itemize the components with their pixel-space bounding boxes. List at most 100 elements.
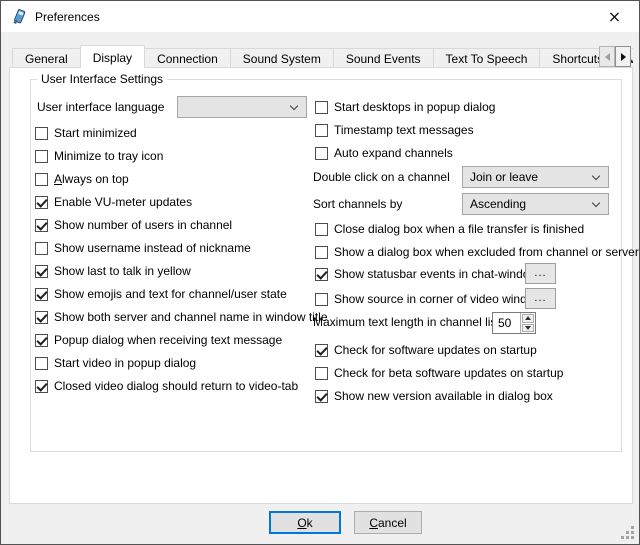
tab-sound-system[interactable]: Sound System [230, 48, 334, 68]
checkbox[interactable] [315, 293, 328, 306]
chevron-down-icon [592, 199, 600, 207]
checkbox-row[interactable]: Start minimized [35, 125, 137, 141]
checkbox[interactable] [315, 367, 328, 380]
max-text-length-label: Maximum text length in channel list [313, 315, 500, 329]
checkbox[interactable] [35, 219, 48, 232]
checkbox[interactable] [35, 288, 48, 301]
checkbox[interactable] [35, 357, 48, 370]
checkbox[interactable] [35, 127, 48, 140]
preferences-dialog: Preferences × General Display Connection… [0, 0, 640, 545]
cancel-button[interactable]: Cancel [354, 511, 422, 534]
checkbox-row[interactable]: Show statusbar events in chat-window [315, 266, 538, 282]
checkbox[interactable] [35, 265, 48, 278]
checkbox-label: Close dialog box when a file transfer is… [328, 222, 584, 236]
checkbox-label: Show statusbar events in chat-window [328, 267, 538, 281]
video-source-ellipsis-button[interactable]: ... [525, 288, 556, 309]
checkbox-row[interactable]: Start video in popup dialog [35, 355, 196, 371]
titlebar[interactable]: Preferences × [1, 1, 639, 32]
checkbox-label: Always on top [48, 172, 129, 186]
checkbox-label: Show username instead of nickname [48, 241, 251, 255]
spinner-down-icon[interactable] [522, 324, 534, 333]
double-click-label: Double click on a channel [313, 170, 450, 184]
checkbox[interactable] [315, 223, 328, 236]
checkbox-row[interactable]: Show last to talk in yellow [35, 263, 191, 279]
checkbox[interactable] [315, 147, 328, 160]
checkbox-label: Enable VU-meter updates [48, 195, 192, 209]
checkbox-row[interactable]: Show source in corner of video window [315, 291, 542, 307]
checkbox[interactable] [315, 246, 328, 259]
max-text-length-spinner[interactable]: 50 [492, 312, 536, 334]
max-text-length-value: 50 [493, 313, 520, 333]
tab-sound-events[interactable]: Sound Events [333, 48, 434, 68]
checkbox-row[interactable]: Show a dialog box when excluded from cha… [315, 244, 639, 260]
checkbox[interactable] [35, 380, 48, 393]
checkbox[interactable] [315, 344, 328, 357]
checkbox-row[interactable]: Enable VU-meter updates [35, 194, 192, 210]
tab-scroll-right-icon[interactable] [615, 46, 631, 67]
sort-channels-value: Ascending [470, 197, 526, 211]
checkbox-label: Start video in popup dialog [48, 356, 196, 370]
ok-button[interactable]: Ok [269, 511, 341, 534]
checkbox[interactable] [35, 173, 48, 186]
display-tab-page: User Interface Settings User interface l… [9, 67, 633, 504]
checkbox-label: Show source in corner of video window [328, 292, 542, 306]
checkbox-row[interactable]: Show username instead of nickname [35, 240, 251, 256]
checkbox-row[interactable]: Timestamp text messages [315, 122, 474, 138]
checkbox-row[interactable]: Minimize to tray icon [35, 148, 163, 164]
checkbox-row[interactable]: Closed video dialog should return to vid… [35, 378, 298, 394]
language-label: User interface language [37, 100, 164, 114]
checkbox-row[interactable]: Show new version available in dialog box [315, 388, 553, 404]
checkbox[interactable] [35, 150, 48, 163]
checkbox-label: Check for software updates on startup [328, 343, 537, 357]
checkbox-row[interactable]: Show emojis and text for channel/user st… [35, 286, 287, 302]
statusbar-events-ellipsis-button[interactable]: ... [525, 263, 556, 284]
checkbox-row[interactable]: Show both server and channel name in win… [35, 309, 328, 325]
checkbox[interactable] [315, 124, 328, 137]
checkbox-label: Check for beta software updates on start… [328, 366, 563, 380]
checkbox-label: Auto expand channels [328, 146, 453, 160]
language-row: User interface language [37, 99, 164, 115]
spinner-up-icon[interactable] [522, 314, 534, 323]
tab-scroll-left-icon[interactable] [599, 46, 615, 67]
checkbox-row[interactable]: Show number of users in channel [35, 217, 232, 233]
checkbox[interactable] [35, 311, 48, 324]
chevron-down-icon [592, 172, 600, 180]
checkbox[interactable] [35, 242, 48, 255]
checkbox-row[interactable]: Check for software updates on startup [315, 342, 537, 358]
checkbox-row[interactable]: Always on top [35, 171, 129, 187]
tab-general[interactable]: General [12, 48, 81, 68]
checkbox[interactable] [35, 196, 48, 209]
checkbox-label: Timestamp text messages [328, 123, 474, 137]
tab-text-to-speech[interactable]: Text To Speech [433, 48, 541, 68]
checkbox[interactable] [315, 268, 328, 281]
group-title: User Interface Settings [37, 72, 167, 86]
checkbox-label: Show last to talk in yellow [48, 264, 191, 278]
cancel-button-label: Cancel [369, 516, 406, 530]
checkbox-label: Show new version available in dialog box [328, 389, 553, 403]
sort-channels-label-row: Sort channels by [313, 196, 402, 212]
close-icon[interactable]: × [592, 2, 637, 31]
window-title: Preferences [35, 10, 100, 24]
checkbox-row[interactable]: Check for beta software updates on start… [315, 365, 563, 381]
checkbox[interactable] [35, 334, 48, 347]
resize-grip-icon[interactable] [631, 536, 634, 539]
spinner-buttons [520, 313, 535, 333]
double-click-label-row: Double click on a channel [313, 169, 450, 185]
checkbox[interactable] [315, 390, 328, 403]
app-icon [11, 8, 28, 25]
checkbox-row[interactable]: Close dialog box when a file transfer is… [315, 221, 584, 237]
checkbox-label: Closed video dialog should return to vid… [48, 379, 298, 393]
checkbox[interactable] [315, 101, 328, 114]
checkbox-row[interactable]: Start desktops in popup dialog [315, 99, 495, 115]
checkbox-label: Popup dialog when receiving text message [48, 333, 282, 347]
double-click-value: Join or leave [470, 170, 538, 184]
tab-display[interactable]: Display [80, 45, 145, 68]
tab-scrollers [599, 46, 631, 67]
tab-connection[interactable]: Connection [144, 48, 231, 68]
checkbox-row[interactable]: Popup dialog when receiving text message [35, 332, 282, 348]
language-combobox[interactable] [177, 96, 307, 118]
sort-channels-combobox[interactable]: Ascending [462, 193, 609, 215]
checkbox-row[interactable]: Auto expand channels [315, 145, 453, 161]
double-click-combobox[interactable]: Join or leave [462, 166, 609, 188]
max-text-length-label-row: Maximum text length in channel list [313, 314, 500, 330]
